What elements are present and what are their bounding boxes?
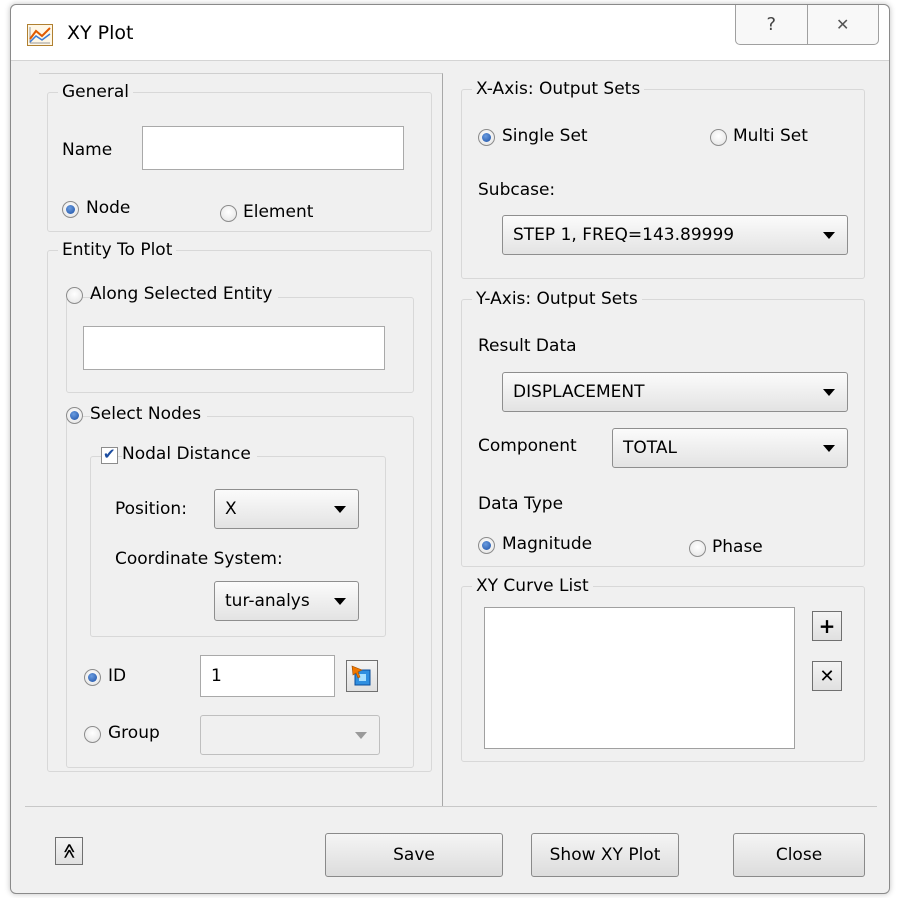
group-radio[interactable] bbox=[84, 726, 101, 743]
double-chevron-up-icon: ≫ bbox=[59, 843, 78, 859]
coordinate-system-value: tur-analys bbox=[225, 591, 310, 611]
nodal-distance-label: Nodal Distance bbox=[122, 443, 257, 465]
subcase-select[interactable]: STEP 1, FREQ=143.89999 bbox=[502, 215, 848, 255]
group-label: Group bbox=[108, 723, 160, 743]
x-axis-legend: X-Axis: Output Sets bbox=[472, 78, 645, 100]
position-label: Position: bbox=[115, 499, 187, 519]
chevron-down-icon bbox=[334, 598, 346, 605]
close-icon: ✕ bbox=[836, 15, 850, 34]
phase-label: Phase bbox=[712, 537, 763, 557]
nodal-distance-checkbox[interactable] bbox=[101, 445, 118, 464]
phase-radio[interactable] bbox=[689, 540, 706, 557]
select-nodes-label: Select Nodes bbox=[90, 403, 208, 425]
plus-icon: + bbox=[818, 614, 836, 638]
position-select[interactable]: X bbox=[214, 489, 359, 529]
close-window-button[interactable]: ✕ bbox=[806, 5, 879, 44]
component-select[interactable]: TOTAL bbox=[612, 428, 848, 468]
window-title: XY Plot bbox=[67, 22, 134, 44]
element-label: Element bbox=[243, 202, 314, 222]
coordinate-system-label: Coordinate System: bbox=[115, 549, 283, 569]
node-radio[interactable] bbox=[62, 201, 79, 218]
id-radio[interactable] bbox=[84, 669, 101, 686]
general-legend: General bbox=[58, 81, 133, 103]
chevron-down-icon bbox=[823, 445, 835, 452]
left-panel: General Name Node Element Entity To Plot… bbox=[39, 73, 443, 807]
name-label: Name bbox=[62, 140, 113, 160]
data-type-label: Data Type bbox=[478, 494, 564, 514]
id-input[interactable]: 1 bbox=[200, 655, 335, 697]
component-value: TOTAL bbox=[623, 438, 677, 458]
xy-plot-icon bbox=[27, 24, 53, 46]
entity-legend: Entity To Plot bbox=[58, 239, 177, 261]
xy-curve-list-legend: XY Curve List bbox=[472, 575, 593, 597]
pick-entity-icon bbox=[351, 665, 371, 686]
element-radio[interactable] bbox=[220, 205, 237, 222]
id-label: ID bbox=[108, 666, 127, 686]
chevron-down-icon bbox=[823, 389, 835, 396]
single-set-radio[interactable] bbox=[478, 129, 495, 146]
magnitude-radio[interactable] bbox=[478, 537, 495, 554]
name-input[interactable] bbox=[142, 126, 404, 170]
select-nodes-radio[interactable] bbox=[66, 407, 83, 424]
remove-icon: ✕ bbox=[819, 665, 835, 687]
x-axis-group: X-Axis: Output Sets Single Set Multi Set… bbox=[461, 78, 865, 279]
chevron-down-icon bbox=[823, 232, 835, 239]
y-axis-group: Y-Axis: Output Sets Result Data DISPLACE… bbox=[461, 288, 865, 567]
position-value: X bbox=[225, 499, 237, 519]
remove-curve-button[interactable]: ✕ bbox=[812, 661, 842, 691]
title-bar[interactable]: XY Plot ? ✕ bbox=[11, 5, 889, 61]
title-buttons: ? ✕ bbox=[735, 5, 879, 45]
general-group: General Name Node Element bbox=[47, 81, 432, 232]
magnitude-label: Magnitude bbox=[502, 534, 593, 554]
collapse-button[interactable]: ≫ bbox=[55, 837, 83, 865]
show-xy-plot-button[interactable]: Show XY Plot bbox=[531, 833, 679, 877]
footer-separator bbox=[25, 806, 877, 807]
chevron-down-icon bbox=[355, 732, 367, 739]
xy-plot-dialog: XY Plot ? ✕ General Name Node Element En… bbox=[10, 4, 890, 894]
along-entity-input[interactable] bbox=[83, 326, 385, 370]
result-data-value: DISPLACEMENT bbox=[513, 382, 645, 402]
single-set-label: Single Set bbox=[502, 126, 588, 146]
chevron-down-icon bbox=[334, 506, 346, 513]
along-entity-radio[interactable] bbox=[66, 287, 83, 304]
multi-set-radio[interactable] bbox=[710, 129, 727, 146]
component-label: Component bbox=[478, 436, 577, 456]
add-curve-button[interactable]: + bbox=[812, 611, 842, 641]
help-icon: ? bbox=[766, 14, 777, 35]
multi-set-label: Multi Set bbox=[733, 126, 808, 146]
xy-curve-listbox[interactable] bbox=[484, 607, 795, 749]
along-entity-label: Along Selected Entity bbox=[90, 283, 279, 305]
subcase-value: STEP 1, FREQ=143.89999 bbox=[513, 225, 735, 245]
result-data-label: Result Data bbox=[478, 336, 577, 356]
y-axis-legend: Y-Axis: Output Sets bbox=[472, 288, 642, 310]
group-select[interactable] bbox=[200, 715, 380, 755]
coordinate-system-select[interactable]: tur-analys bbox=[214, 581, 359, 621]
result-data-select[interactable]: DISPLACEMENT bbox=[502, 372, 848, 412]
pick-node-button[interactable] bbox=[346, 660, 378, 692]
close-button[interactable]: Close bbox=[733, 833, 865, 877]
xy-curve-list-group: XY Curve List + ✕ bbox=[461, 575, 865, 762]
node-label: Node bbox=[86, 198, 131, 218]
help-button[interactable]: ? bbox=[736, 5, 807, 44]
subcase-label: Subcase: bbox=[478, 180, 556, 200]
entity-group: Entity To Plot Along Selected Entity Sel… bbox=[47, 239, 432, 772]
save-button[interactable]: Save bbox=[325, 833, 503, 877]
